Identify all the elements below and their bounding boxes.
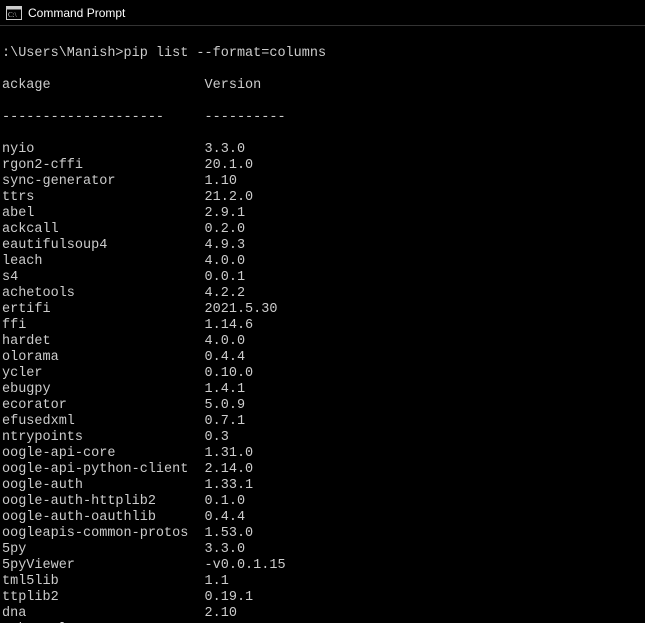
table-row: oogle-api-python-client 2.14.0 [2, 462, 645, 478]
table-row: oogle-auth-httplib2 0.1.0 [2, 494, 645, 510]
table-row: hardet 4.0.0 [2, 334, 645, 350]
table-row: oogle-auth-oauthlib 0.4.4 [2, 510, 645, 526]
terminal-output[interactable]: :\Users\Manish>pip list --format=columns… [0, 26, 645, 623]
table-row: ertifi 2021.5.30 [2, 302, 645, 318]
prompt-line: :\Users\Manish>pip list --format=columns [2, 46, 645, 62]
table-row: ecorator 5.0.9 [2, 398, 645, 414]
table-row: oogle-api-core 1.31.0 [2, 446, 645, 462]
table-row: leach 4.0.0 [2, 254, 645, 270]
header-col-package: ackage [2, 78, 51, 93]
table-row: eautifulsoup4 4.9.3 [2, 238, 645, 254]
header-spacer [51, 78, 205, 93]
header-col-version: Version [205, 78, 262, 93]
cmd-icon: C:\ [6, 6, 22, 20]
table-row: rgon2-cffi 20.1.0 [2, 158, 645, 174]
svg-text:C:\: C:\ [8, 11, 17, 19]
table-header: ackage Version [2, 78, 645, 94]
table-row: efusedxml 0.7.1 [2, 414, 645, 430]
titlebar[interactable]: C:\ Command Prompt [0, 0, 645, 26]
table-row: ebugpy 1.4.1 [2, 382, 645, 398]
table-row: abel 2.9.1 [2, 206, 645, 222]
table-row: sync-generator 1.10 [2, 174, 645, 190]
table-row: ntrypoints 0.3 [2, 430, 645, 446]
table-row: achetools 4.2.2 [2, 286, 645, 302]
table-row: tml5lib 1.1 [2, 574, 645, 590]
table-row: oogle-auth 1.33.1 [2, 478, 645, 494]
table-divider: -------------------- ---------- [2, 110, 645, 126]
window-title: Command Prompt [28, 6, 125, 20]
table-row: ackcall 0.2.0 [2, 222, 645, 238]
table-row: 5pyViewer -v0.0.1.15 [2, 558, 645, 574]
table-row: olorama 0.4.4 [2, 350, 645, 366]
table-row: s4 0.0.1 [2, 270, 645, 286]
table-row: ycler 0.10.0 [2, 366, 645, 382]
table-row: 5py 3.3.0 [2, 542, 645, 558]
table-row: dna 2.10 [2, 606, 645, 622]
table-row: nyio 3.3.0 [2, 142, 645, 158]
table-row: oogleapis-common-protos 1.53.0 [2, 526, 645, 542]
table-row: ffi 1.14.6 [2, 318, 645, 334]
table-row: ttplib2 0.19.1 [2, 590, 645, 606]
table-row: ttrs 21.2.0 [2, 190, 645, 206]
